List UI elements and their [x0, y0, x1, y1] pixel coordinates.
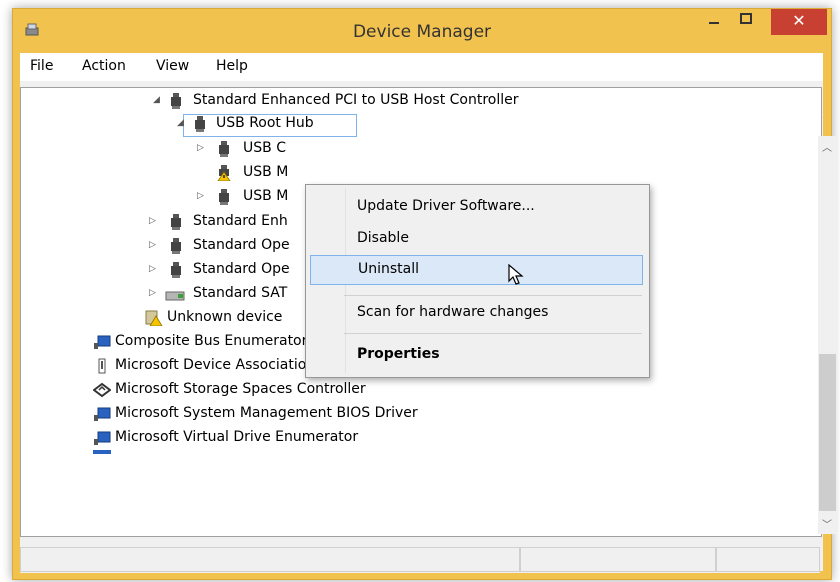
mouse-cursor-icon [508, 264, 524, 285]
tree-row[interactable]: ▷ USB C [21, 137, 811, 160]
expand-arrow-icon[interactable]: ▷ [149, 282, 156, 305]
warning-icon [217, 165, 231, 181]
tree-row[interactable]: Microsoft System Management BIOS Driver [21, 402, 811, 425]
status-pane [716, 547, 820, 572]
tree-row-label: Standard Enhanced PCI to USB Host Contro… [193, 92, 519, 108]
close-button[interactable]: ✕ [771, 9, 827, 35]
menu-help[interactable]: Help [216, 58, 248, 74]
menu-action[interactable]: Action [82, 58, 126, 74]
scroll-thumb[interactable] [819, 354, 836, 511]
menu-file[interactable]: File [30, 58, 53, 74]
tree-row[interactable]: ◢ Standard Enhanced PCI to USB Host Cont… [21, 89, 811, 112]
expand-arrow-icon[interactable]: ▷ [149, 234, 156, 257]
usb-controller-icon [171, 238, 181, 254]
tree-row-label: Standard SAT [193, 285, 288, 301]
scan-for-hardware-changes-menu-item[interactable]: Scan for hardware changes [310, 299, 641, 326]
storage-icon [93, 382, 111, 398]
title-bar[interactable]: Device Manager ✕ [13, 9, 831, 53]
expand-arrow-icon[interactable]: ▷ [149, 258, 156, 281]
system-device-icon [94, 431, 111, 445]
collapse-arrow-icon[interactable]: ◢ [177, 112, 184, 135]
uninstall-menu-item[interactable]: Uninstall [310, 255, 643, 285]
tree-row[interactable]: Microsoft Virtual Drive Enumerator [21, 426, 811, 449]
close-icon: ✕ [792, 11, 806, 30]
properties-menu-item[interactable]: Properties [310, 341, 641, 368]
tree-row-label: Microsoft Virtual Drive Enumerator [115, 429, 359, 445]
usb-controller-icon [219, 141, 229, 157]
tree-row[interactable]: USB M [21, 161, 811, 184]
system-device-icon [94, 335, 111, 349]
usb-controller-icon [219, 189, 229, 205]
scroll-up-icon[interactable]: ︿ [822, 139, 832, 154]
status-pane [520, 547, 716, 572]
usb-controller-icon [171, 93, 181, 109]
tree-row-label: Microsoft Storage Spaces Controller [115, 381, 366, 397]
update-driver-software-menu-item[interactable]: Update Driver Software... [310, 193, 641, 220]
system-device-icon [94, 407, 111, 421]
tree-row-label: Composite Bus Enumerator [115, 333, 308, 349]
tree-row-label: USB M [243, 164, 289, 180]
sata-controller-icon [165, 291, 185, 301]
usb-controller-icon [171, 262, 181, 278]
usb-controller-icon [195, 116, 205, 132]
menu-separator [344, 295, 642, 296]
tree-row-label: Standard Ope [193, 237, 290, 253]
maximize-button[interactable] [733, 13, 759, 41]
tree-row-label: Standard Enh [193, 213, 288, 229]
minimize-button[interactable] [701, 13, 727, 41]
minimize-icon [709, 22, 719, 24]
tree-row-label: Microsoft System Management BIOS Driver [115, 405, 418, 421]
disable-menu-item[interactable]: Disable [310, 225, 641, 252]
usb-controller-icon [171, 214, 181, 230]
tree-row-selected[interactable]: ◢ USB Root Hub [21, 112, 811, 135]
tree-row-label: Standard Ope [193, 261, 290, 277]
tree-row-partial [21, 450, 811, 454]
tree-row-label: Unknown device [167, 309, 283, 325]
tree-row-label: USB Root Hub [216, 115, 314, 131]
vertical-scrollbar[interactable]: ︿ ﹀ [818, 136, 838, 534]
collapse-arrow-icon[interactable]: ◢ [153, 89, 160, 112]
scroll-down-icon[interactable]: ﹀ [822, 516, 832, 531]
expand-arrow-icon[interactable]: ▷ [149, 210, 156, 233]
menu-view[interactable]: View [156, 58, 189, 74]
tree-row-label: USB M [243, 188, 289, 204]
tree-row[interactable]: Microsoft Storage Spaces Controller [21, 378, 811, 401]
menu-bar: File Action View Help [20, 53, 823, 81]
status-pane [20, 547, 520, 572]
usb-plug-icon [98, 358, 106, 374]
maximize-icon [740, 13, 752, 24]
status-bar [20, 547, 820, 573]
expand-arrow-icon[interactable]: ▷ [197, 137, 204, 160]
menu-separator [344, 333, 642, 334]
context-menu: Update Driver Software... Disable Uninst… [305, 184, 650, 378]
tree-row-label: USB C [243, 140, 286, 156]
expand-arrow-icon[interactable]: ▷ [197, 185, 204, 208]
unknown-device-warning-icon [145, 310, 163, 326]
